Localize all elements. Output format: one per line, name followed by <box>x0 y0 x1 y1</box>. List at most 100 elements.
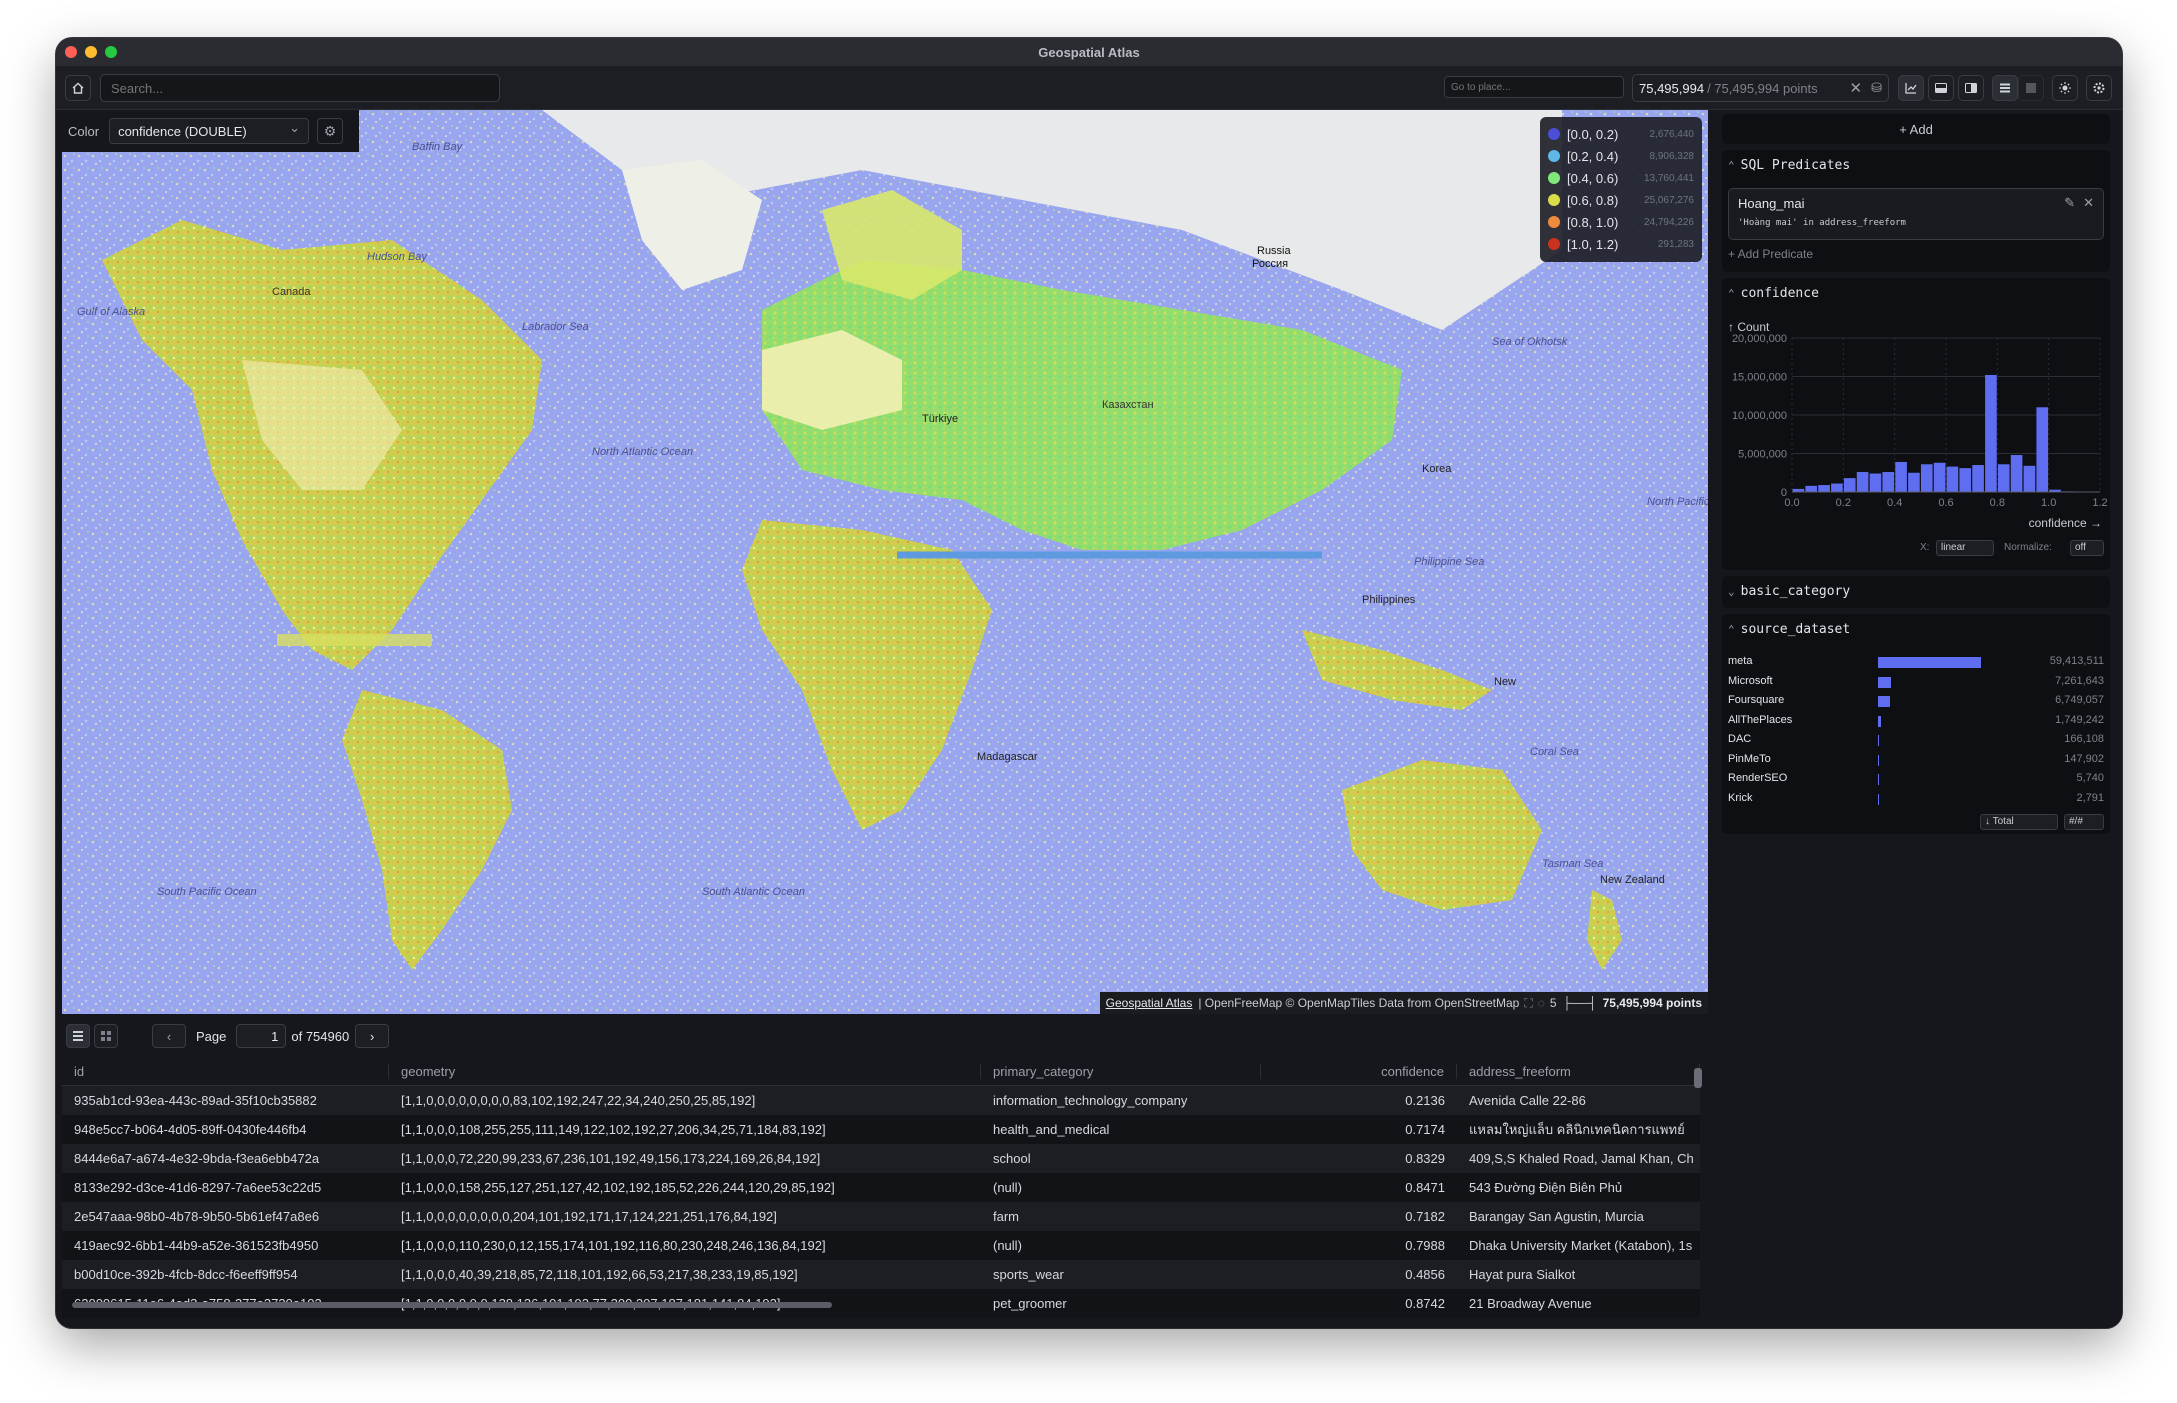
theme-toggle-button[interactable] <box>2052 75 2078 101</box>
legend-row[interactable]: [0.4, 0.6) 13,760,441 <box>1548 167 1694 189</box>
x-scale-select[interactable]: linear <box>1936 540 1994 556</box>
table-cell: (null) <box>993 1180 1022 1195</box>
color-control: Color confidence (DOUBLE) ⚙ <box>62 110 359 152</box>
source-name: Foursquare <box>1728 694 1785 706</box>
table-cell: 0.7182 <box>1405 1209 1445 1224</box>
chevron-left-icon: ‹ <box>166 1028 172 1044</box>
chat-icon[interactable]: ◌ <box>1538 996 1545 1010</box>
source-row[interactable]: AllThePlaces 1,749,242 <box>1728 711 2104 730</box>
add-predicate-button[interactable]: + Add Predicate <box>1728 247 1813 261</box>
table-row[interactable]: 8444e6a7-a674-4e32-9bda-f3ea6ebb472a [1,1… <box>62 1144 1700 1173</box>
filter-tool-icon[interactable]: ⛁ <box>1871 80 1882 96</box>
normalize-select[interactable]: off <box>2070 540 2104 556</box>
color-field-select[interactable]: confidence (DOUBLE) <box>109 118 310 144</box>
source-row[interactable]: DAC 166,108 <box>1728 730 2104 749</box>
predicate-card[interactable]: Hoang_mai 'Hoàng mai' in address_freefor… <box>1728 188 2104 240</box>
table-row[interactable]: b00d10ce-392b-4fcb-8dcc-f6eeff9ff954 [1,1… <box>62 1260 1700 1289</box>
add-widget-button[interactable]: + Add <box>1722 114 2110 144</box>
format-select[interactable]: #/# <box>2064 814 2104 830</box>
close-window-button[interactable] <box>65 46 77 58</box>
go-to-place-input[interactable] <box>1444 76 1624 98</box>
source-name: DAC <box>1728 733 1752 745</box>
source-name: AllThePlaces <box>1728 713 1793 726</box>
source-row[interactable]: Foursquare 6,749,057 <box>1728 691 2104 710</box>
bottom-panel-button[interactable] <box>1928 75 1954 101</box>
source-row[interactable]: RenderSEO 5,740 <box>1728 769 2104 788</box>
x-tick-label: 0.0 <box>1784 497 1799 509</box>
column-header-geometry[interactable]: geometry <box>389 1064 981 1079</box>
right-panel-button[interactable] <box>1958 75 1984 101</box>
legend-row[interactable]: [0.8, 1.0) 24,794,226 <box>1548 211 1694 233</box>
table-cell: 8133e292-d3ce-41d6-8297-7a6ee53c22d5 <box>74 1180 322 1195</box>
table-row[interactable]: 8133e292-d3ce-41d6-8297-7a6ee53c22d5 [1,1… <box>62 1173 1700 1202</box>
label-korea: Korea <box>1422 463 1452 475</box>
prev-page-button[interactable]: ‹ <box>152 1024 186 1048</box>
list-view-button[interactable] <box>1992 75 2018 101</box>
color-settings-button[interactable]: ⚙ <box>317 118 344 144</box>
atlas-link[interactable]: Geospatial Atlas <box>1106 996 1193 1010</box>
table-grid-view-button[interactable] <box>94 1024 118 1048</box>
table-body: 935ab1cd-93ea-443c-89ad-35f10cb35882 [1,1… <box>62 1086 1700 1318</box>
table-row[interactable]: 2e547aaa-98b0-4b78-9b50-5b61ef47a8e6 [1,1… <box>62 1202 1700 1231</box>
pencil-icon[interactable]: ✎ <box>2064 195 2075 211</box>
source-row[interactable]: meta 59,413,511 <box>1728 652 2104 671</box>
close-icon[interactable]: ✕ <box>2083 195 2094 211</box>
histogram-bar <box>1869 473 1882 492</box>
fullscreen-icon[interactable]: ⛶ <box>1524 996 1532 1011</box>
histogram-bar <box>1831 483 1843 492</box>
settings-button[interactable] <box>2086 75 2112 101</box>
horizontal-scrollbar[interactable] <box>72 1302 832 1308</box>
sort-select[interactable]: ↓ Total <box>1980 814 2058 830</box>
histogram-bar <box>1946 466 1959 492</box>
sql-predicates-header[interactable]: ⌃ SQL Predicates <box>1722 150 2110 180</box>
table-header: id geometry primary_category confidence addr… <box>62 1058 1700 1086</box>
table-row[interactable]: 419aec92-6bb1-44b9-a52e-361523fb4950 [1,1… <box>62 1231 1700 1260</box>
label-russia: Russia <box>1257 245 1292 257</box>
table-list-view-button[interactable] <box>66 1024 90 1048</box>
table-row[interactable]: 948e5cc7-b064-4d05-89ff-0430fe446fb4 [1,1… <box>62 1115 1700 1144</box>
legend-row[interactable]: [0.2, 0.4) 8,906,328 <box>1548 145 1694 167</box>
page-input[interactable]: 1 <box>236 1024 287 1048</box>
legend-row[interactable]: [0.6, 0.8) 25,067,276 <box>1548 189 1694 211</box>
chart-view-button[interactable] <box>1898 75 1924 101</box>
table-cell: information_technology_company <box>993 1093 1188 1108</box>
source-dataset-title: source_dataset <box>1740 621 1851 637</box>
table-row[interactable]: 935ab1cd-93ea-443c-89ad-35f10cb35882 [1,1… <box>62 1086 1700 1115</box>
x-tick-label: 1.2 <box>2092 497 2107 509</box>
label-north-pacific: North Pacific Ocean <box>1647 496 1708 508</box>
column-header-confidence[interactable]: confidence <box>1261 1064 1457 1079</box>
basic-category-panel: ⌄ basic_category <box>1722 576 2110 608</box>
label-russia-local: Россия <box>1252 258 1288 270</box>
column-header-id[interactable]: id <box>62 1064 389 1079</box>
confidence-histogram[interactable]: 20,000,000 15,000,000 10,000,000 5,000,000 0… <box>1722 328 2110 528</box>
x-tick-label: 0.2 <box>1836 497 1851 509</box>
search-input[interactable] <box>100 74 500 102</box>
basic-category-header[interactable]: ⌄ basic_category <box>1722 576 2110 606</box>
home-button[interactable] <box>65 75 91 101</box>
source-row[interactable]: PinMeTo 147,902 <box>1728 750 2104 769</box>
vertical-scrollbar[interactable] <box>1694 1068 1702 1088</box>
minimize-window-button[interactable] <box>85 46 97 58</box>
page-total: of 754960 <box>291 1028 350 1044</box>
next-page-button[interactable]: › <box>355 1024 390 1048</box>
legend-label: [0.2, 0.4) <box>1567 148 1619 164</box>
window-title: Geospatial Atlas <box>1038 44 1140 60</box>
legend-row[interactable]: [1.0, 1.2) 291,283 <box>1548 233 1694 255</box>
right-sidebar: + Add ⌃ SQL Predicates Hoang_mai 'Hoàng … <box>1714 110 2122 1328</box>
source-row[interactable]: Krick 2,791 <box>1728 789 2104 808</box>
legend-row[interactable]: [0.0, 0.2) 2,676,440 <box>1548 123 1694 145</box>
table-cell: Hayat pura Sialkot <box>1469 1267 1576 1282</box>
column-header-address-freeform[interactable]: address_freeform <box>1457 1064 1700 1079</box>
confidence-header[interactable]: ⌃ confidence <box>1722 278 2110 308</box>
source-dataset-header[interactable]: ⌃ source_dataset <box>1722 614 2110 644</box>
gear-icon: ⚙ <box>323 122 337 139</box>
column-header-primary-category[interactable]: primary_category <box>981 1064 1261 1079</box>
grid-view-button[interactable] <box>2018 75 2044 101</box>
zoom-window-button[interactable] <box>105 46 117 58</box>
source-row[interactable]: Microsoft 7,261,643 <box>1728 672 2104 691</box>
clear-filter-icon[interactable]: ✕ <box>1850 79 1863 97</box>
map-canvas[interactable]: Russia Россия Казахстан Hudson Bay Canad… <box>62 110 1708 1014</box>
label-kazakhstan: Казахстан <box>1102 399 1154 411</box>
legend-count: 291,283 <box>1657 238 1694 250</box>
x-tick-label: 1.0 <box>2041 497 2056 509</box>
